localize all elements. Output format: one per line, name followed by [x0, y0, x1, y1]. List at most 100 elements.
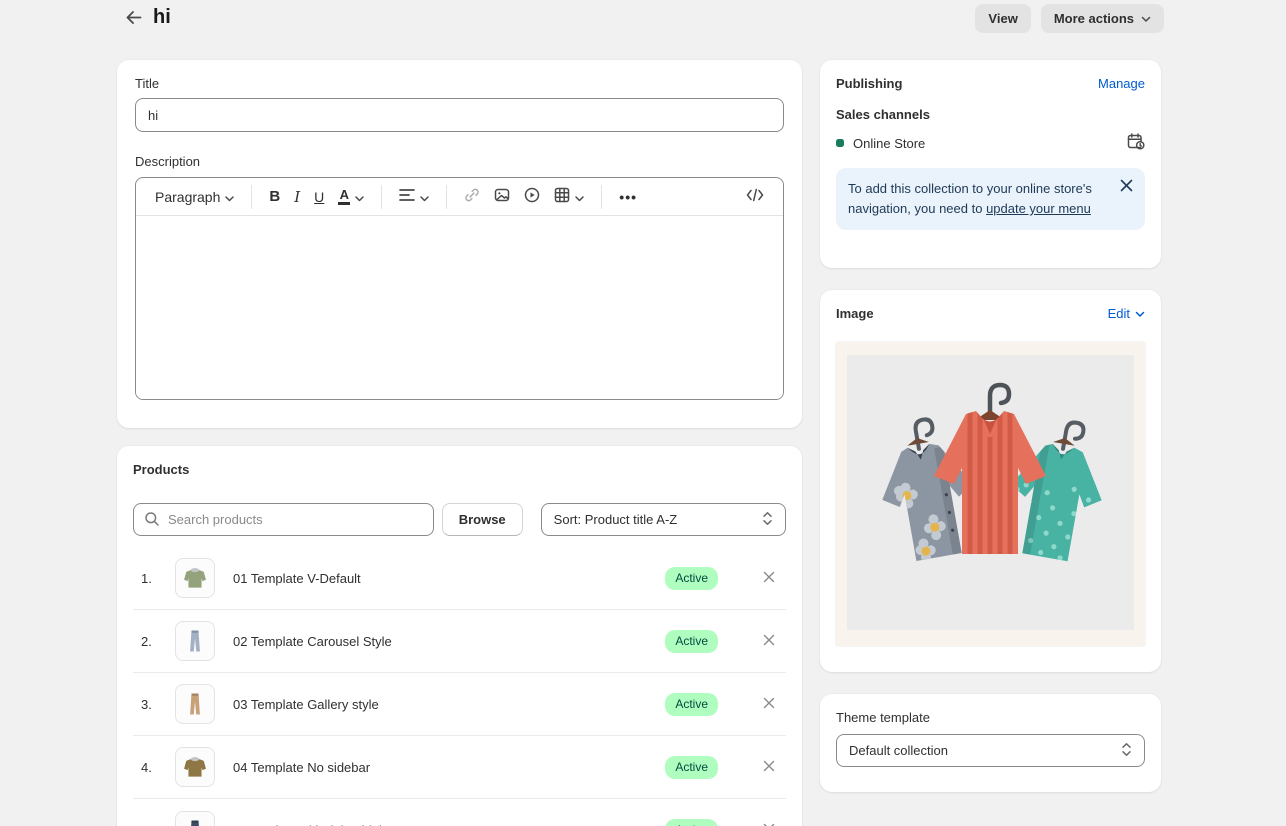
insert-table-button[interactable] — [549, 183, 589, 210]
updown-chevrons-icon — [762, 511, 773, 529]
image-heading: Image — [836, 306, 874, 321]
back-button[interactable] — [120, 6, 146, 32]
description-textarea[interactable] — [136, 216, 783, 400]
alignment-button[interactable] — [394, 184, 434, 209]
channel-active-dot — [836, 139, 844, 147]
underline-button[interactable]: U — [309, 185, 329, 209]
publishing-card: Publishing Manage Sales channels Online … — [820, 60, 1161, 268]
theme-template-label: Theme template — [836, 710, 1145, 725]
table-row: 2. 02 Template Carousel Style Active — [133, 610, 786, 673]
product-thumbnail — [175, 684, 215, 724]
video-play-icon — [524, 187, 540, 206]
publishing-heading: Publishing — [836, 76, 902, 91]
product-name: 04 Template No sidebar — [233, 760, 665, 775]
product-name: 01 Template V-Default — [233, 571, 665, 586]
description-editor: Paragraph B I U A — [135, 177, 784, 400]
table-row: 1. 01 Template V-Default Active — [133, 547, 786, 610]
table-icon — [554, 187, 570, 206]
toolbar-divider — [381, 185, 382, 209]
top-header: hi View More actions — [0, 0, 1286, 44]
link-icon — [464, 187, 480, 206]
toolbar-divider — [251, 185, 252, 209]
align-left-icon — [399, 188, 415, 205]
row-index: 2. — [141, 634, 165, 649]
product-thumbnail — [175, 558, 215, 598]
edit-image-link[interactable]: Edit — [1108, 306, 1145, 321]
link-button[interactable] — [459, 183, 485, 210]
remove-product-button[interactable] — [760, 758, 778, 776]
products-heading: Products — [133, 462, 786, 477]
chevron-down-icon — [1135, 306, 1145, 321]
product-name: 02 Template Carousel Style — [233, 634, 665, 649]
more-formatting-button[interactable]: ••• — [614, 185, 642, 209]
status-badge: Active — [665, 567, 718, 590]
chevron-down-icon — [225, 189, 234, 205]
close-icon — [763, 697, 775, 712]
arrow-left-icon — [125, 10, 142, 28]
close-icon — [1120, 179, 1133, 195]
description-label: Description — [135, 154, 784, 169]
bold-button[interactable]: B — [264, 184, 285, 209]
image-icon — [494, 187, 510, 206]
view-button[interactable]: View — [975, 4, 1030, 33]
table-row: 4. 04 Template No sidebar Active — [133, 736, 786, 799]
paragraph-style-dropdown[interactable]: Paragraph — [150, 185, 239, 209]
updown-chevrons-icon — [1121, 742, 1132, 760]
remove-product-button[interactable] — [760, 569, 778, 587]
dismiss-banner-button[interactable] — [1118, 177, 1135, 197]
text-color-button[interactable]: A — [333, 184, 369, 209]
insert-video-button[interactable] — [519, 183, 545, 210]
product-thumbnail — [175, 621, 215, 661]
product-thumbnail — [175, 811, 215, 826]
status-badge: Active — [665, 819, 718, 826]
page-title: hi — [153, 6, 171, 29]
product-name: 03 Template Gallery style — [233, 697, 665, 712]
details-card: Title Description Paragraph B I U A — [117, 60, 802, 428]
close-icon — [763, 571, 775, 586]
theme-template-card: Theme template Default collection — [820, 694, 1161, 792]
channel-row: Online Store — [836, 133, 1145, 153]
schedule-publish-button[interactable] — [1127, 133, 1145, 153]
search-icon — [144, 511, 160, 532]
table-row: 3. 03 Template Gallery style Active — [133, 673, 786, 736]
search-products-input[interactable] — [133, 503, 434, 536]
theme-template-select[interactable]: Default collection — [836, 734, 1145, 767]
italic-button[interactable]: I — [289, 184, 305, 210]
update-your-menu-link[interactable]: update your menu — [986, 199, 1091, 219]
sort-select[interactable]: Sort: Product title A-Z — [541, 503, 786, 536]
browse-button[interactable]: Browse — [442, 503, 523, 536]
navigation-info-banner: To add this collection to your online st… — [836, 168, 1145, 230]
status-badge: Active — [665, 756, 718, 779]
collection-image — [836, 342, 1145, 646]
header-actions: View More actions — [975, 4, 1164, 33]
more-actions-button[interactable]: More actions — [1041, 4, 1164, 33]
remove-product-button[interactable] — [760, 632, 778, 650]
toolbar-divider — [446, 185, 447, 209]
table-row: 5. 06 Product with right sidebar Active — [133, 799, 786, 826]
collection-edit-page: hi View More actions Title Description P… — [0, 0, 1286, 826]
calendar-clock-icon — [1127, 133, 1145, 153]
product-list: 1. 01 Template V-Default Active 2. 02 Te… — [133, 547, 786, 826]
chevron-down-icon — [575, 189, 584, 205]
chevron-down-icon — [1141, 11, 1151, 26]
editor-toolbar: Paragraph B I U A — [136, 178, 783, 216]
row-index: 1. — [141, 571, 165, 586]
remove-product-button[interactable] — [760, 695, 778, 713]
title-label: Title — [135, 76, 784, 91]
insert-image-button[interactable] — [489, 183, 515, 210]
toolbar-divider — [601, 185, 602, 209]
row-index: 4. — [141, 760, 165, 775]
show-html-button[interactable] — [741, 184, 769, 209]
remove-product-button[interactable] — [760, 822, 778, 826]
chevron-down-icon — [420, 189, 429, 205]
status-badge: Active — [665, 630, 718, 653]
title-input[interactable] — [135, 98, 784, 132]
row-index: 3. — [141, 697, 165, 712]
status-badge: Active — [665, 693, 718, 716]
channel-name: Online Store — [853, 136, 925, 151]
product-thumbnail — [175, 747, 215, 787]
chevron-down-icon — [355, 189, 364, 205]
image-card: Image Edit — [820, 290, 1161, 672]
manage-link[interactable]: Manage — [1098, 76, 1145, 91]
products-card: Products Browse Sort: Product title A-Z … — [117, 446, 802, 826]
